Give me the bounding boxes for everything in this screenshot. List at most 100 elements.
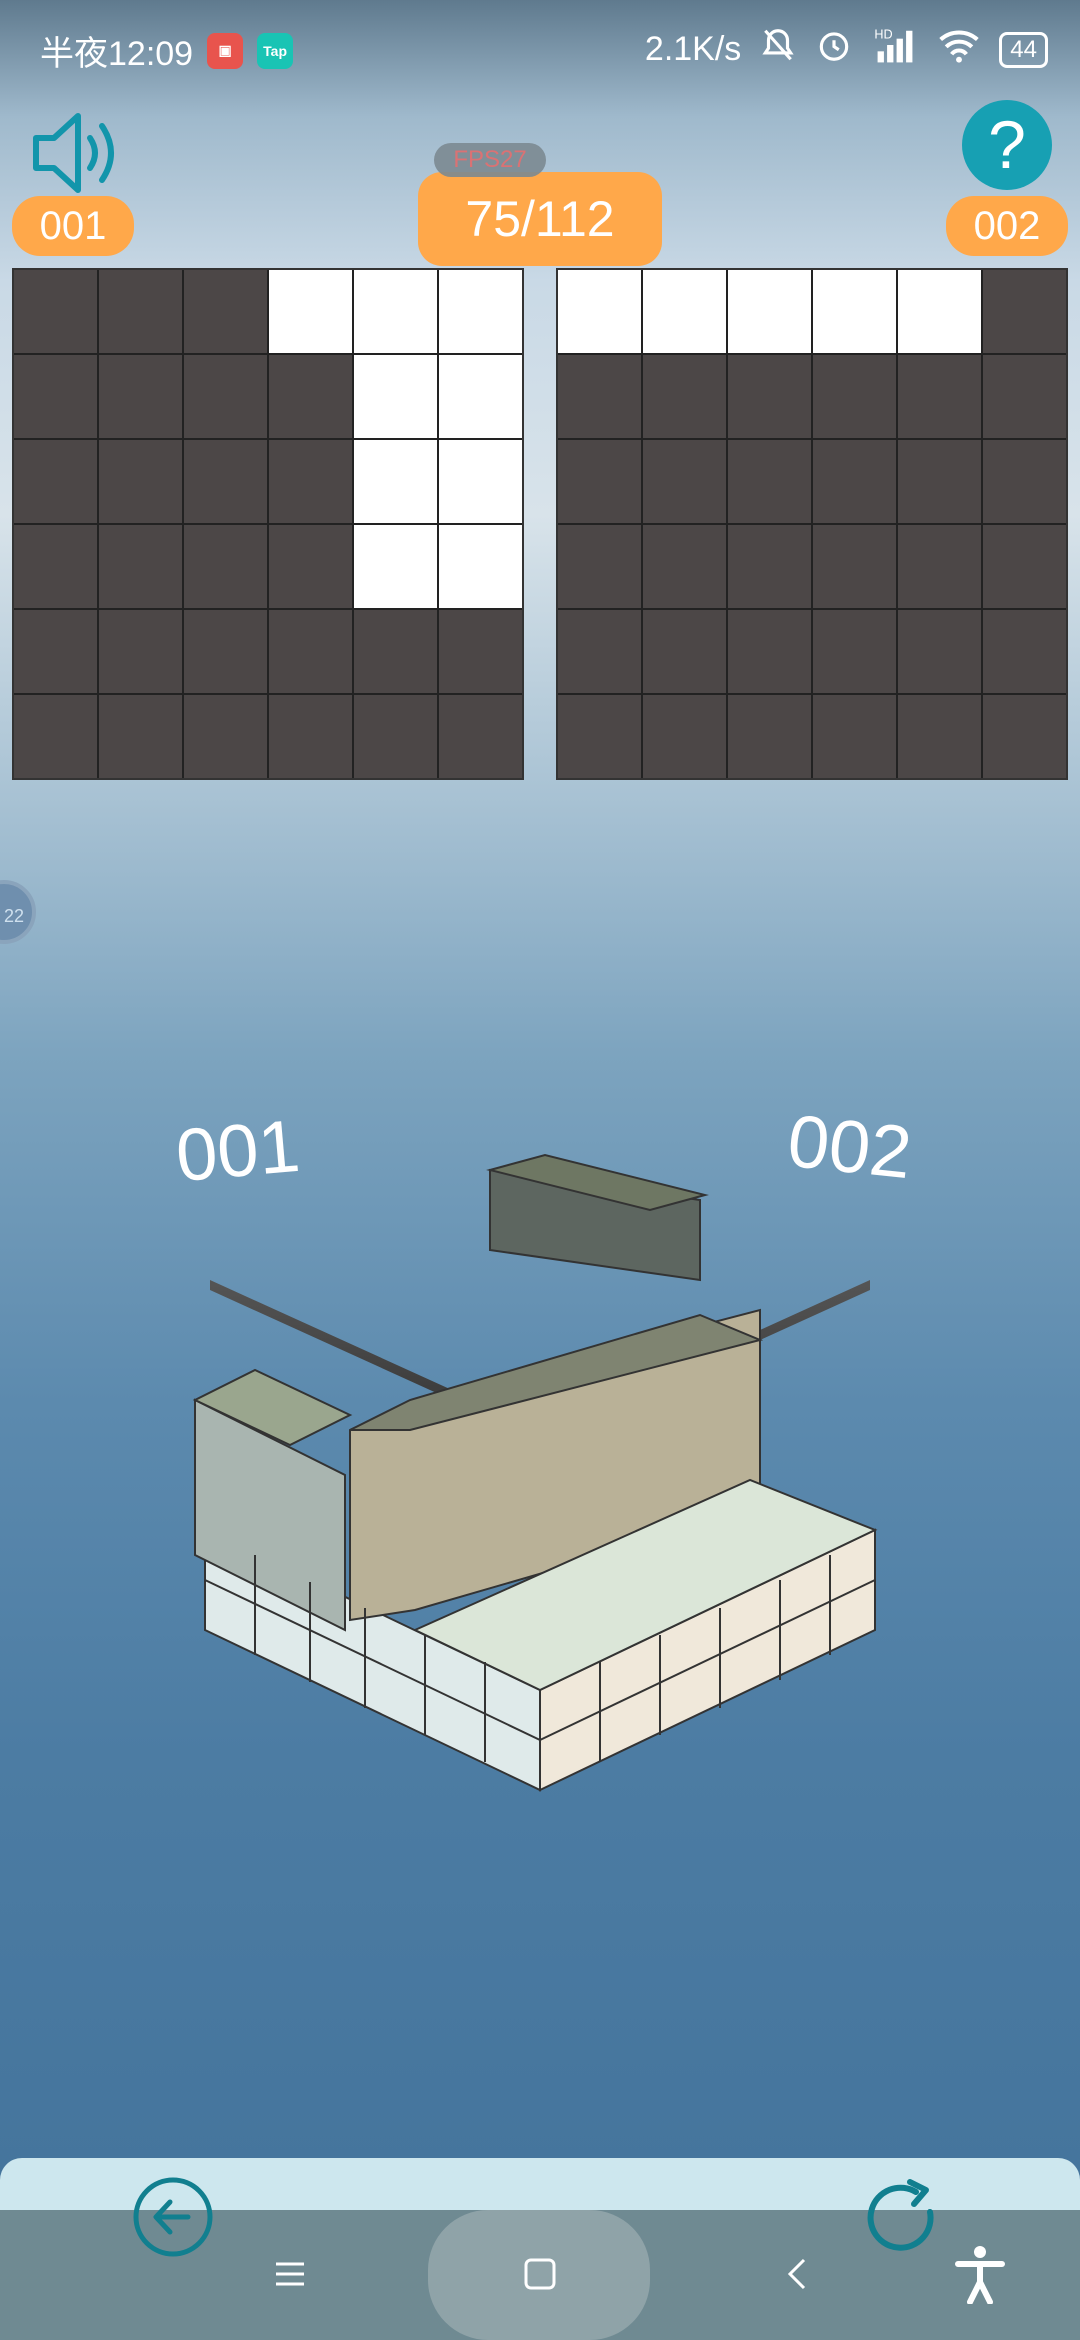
right-grid-cell[interactable] bbox=[728, 440, 811, 523]
home-button[interactable] bbox=[522, 2256, 558, 2297]
fps-counter: FPS27 bbox=[434, 143, 546, 177]
right-grid-cell[interactable] bbox=[813, 525, 896, 608]
left-grid-cell[interactable] bbox=[354, 610, 437, 693]
right-grid-cell[interactable] bbox=[898, 270, 981, 353]
left-grid-cell[interactable] bbox=[99, 270, 182, 353]
left-grid-cell[interactable] bbox=[14, 270, 97, 353]
right-grid-cell[interactable] bbox=[558, 355, 641, 438]
right-grid-cell[interactable] bbox=[558, 525, 641, 608]
right-grid-cell[interactable] bbox=[983, 610, 1066, 693]
left-grid-cell[interactable] bbox=[439, 610, 522, 693]
right-grid-cell[interactable] bbox=[898, 355, 981, 438]
alarm-icon bbox=[815, 26, 853, 73]
right-grid-cell[interactable] bbox=[643, 695, 726, 778]
right-grid-cell[interactable] bbox=[643, 610, 726, 693]
status-time: 半夜12:09 bbox=[40, 35, 194, 73]
sound-button[interactable] bbox=[28, 108, 128, 198]
right-grid-cell[interactable] bbox=[813, 355, 896, 438]
right-grid-cell[interactable] bbox=[898, 440, 981, 523]
right-grid-cell[interactable] bbox=[813, 695, 896, 778]
left-grid-cell[interactable] bbox=[439, 270, 522, 353]
side-knob-label: 22 bbox=[3, 906, 24, 926]
left-grid-cell[interactable] bbox=[184, 440, 267, 523]
left-grid-cell[interactable] bbox=[99, 610, 182, 693]
right-grid-cell[interactable] bbox=[728, 270, 811, 353]
left-grid-cell[interactable] bbox=[439, 355, 522, 438]
game-app-icon: ▣ bbox=[207, 32, 244, 69]
left-grid-cell[interactable] bbox=[99, 355, 182, 438]
left-grid-cell[interactable] bbox=[269, 610, 352, 693]
arrow-left-circle-icon bbox=[133, 2177, 213, 2257]
status-left: 半夜12:09 ▣ Tap bbox=[40, 26, 294, 75]
left-grid-cell[interactable] bbox=[269, 695, 352, 778]
left-grid-cell[interactable] bbox=[99, 440, 182, 523]
left-grid-cell[interactable] bbox=[14, 355, 97, 438]
accessibility-icon bbox=[955, 2246, 1005, 2305]
right-grid-cell[interactable] bbox=[898, 695, 981, 778]
left-grid-cell[interactable] bbox=[354, 440, 437, 523]
left-grid-cell[interactable] bbox=[184, 270, 267, 353]
help-button[interactable]: ? bbox=[962, 100, 1052, 190]
question-icon: ? bbox=[988, 107, 1026, 183]
left-grid-cell[interactable] bbox=[14, 525, 97, 608]
right-grid-cell[interactable] bbox=[728, 355, 811, 438]
left-grid-cell[interactable] bbox=[14, 695, 97, 778]
accessibility-button[interactable] bbox=[954, 2244, 1006, 2309]
right-grid-cell[interactable] bbox=[728, 695, 811, 778]
left-grid-cell[interactable] bbox=[269, 355, 352, 438]
right-grid-cell[interactable] bbox=[728, 610, 811, 693]
right-grid-cell[interactable] bbox=[983, 355, 1066, 438]
right-grid-cell[interactable] bbox=[643, 355, 726, 438]
left-grid-cell[interactable] bbox=[354, 355, 437, 438]
home-square-icon bbox=[524, 2258, 556, 2290]
right-grid-cell[interactable] bbox=[558, 270, 641, 353]
right-grid-cell[interactable] bbox=[728, 525, 811, 608]
left-grid-cell[interactable] bbox=[99, 525, 182, 608]
right-grid-cell[interactable] bbox=[558, 440, 641, 523]
right-grid-cell[interactable] bbox=[643, 270, 726, 353]
menu-button[interactable] bbox=[272, 2256, 308, 2297]
right-grid-cell[interactable] bbox=[813, 440, 896, 523]
side-rotation-knob[interactable]: 22 bbox=[0, 880, 36, 944]
cube-structure[interactable] bbox=[0, 1100, 1080, 1960]
back-button[interactable] bbox=[132, 2176, 214, 2258]
left-grid-cell[interactable] bbox=[269, 270, 352, 353]
left-grid-cell[interactable] bbox=[439, 440, 522, 523]
refresh-icon bbox=[867, 2179, 934, 2251]
right-grid-cell[interactable] bbox=[983, 525, 1066, 608]
right-grid-cell[interactable] bbox=[558, 610, 641, 693]
left-grid-cell[interactable] bbox=[14, 440, 97, 523]
right-grid-cell[interactable] bbox=[643, 440, 726, 523]
left-grid-cell[interactable] bbox=[354, 525, 437, 608]
right-view-label: 002 bbox=[946, 196, 1068, 256]
left-grid-cell[interactable] bbox=[439, 695, 522, 778]
speaker-icon bbox=[33, 113, 114, 193]
right-grid-cell[interactable] bbox=[558, 695, 641, 778]
left-grid-cell[interactable] bbox=[184, 610, 267, 693]
left-grid-cell[interactable] bbox=[99, 695, 182, 778]
left-grid-cell[interactable] bbox=[184, 695, 267, 778]
battery-indicator: 44 bbox=[999, 31, 1048, 68]
right-grid-cell[interactable] bbox=[898, 610, 981, 693]
right-grid-cell[interactable] bbox=[643, 525, 726, 608]
menu-icon bbox=[276, 2262, 304, 2286]
left-grid-cell[interactable] bbox=[184, 525, 267, 608]
left-projection-grid bbox=[12, 268, 524, 780]
left-grid-cell[interactable] bbox=[14, 610, 97, 693]
reset-button[interactable] bbox=[860, 2176, 946, 2262]
left-grid-cell[interactable] bbox=[269, 440, 352, 523]
mute-bell-icon bbox=[759, 26, 797, 73]
right-grid-cell[interactable] bbox=[813, 270, 896, 353]
right-grid-cell[interactable] bbox=[983, 695, 1066, 778]
left-grid-cell[interactable] bbox=[269, 525, 352, 608]
left-grid-cell[interactable] bbox=[439, 525, 522, 608]
wifi-icon bbox=[937, 26, 981, 73]
right-grid-cell[interactable] bbox=[983, 440, 1066, 523]
left-grid-cell[interactable] bbox=[184, 355, 267, 438]
left-grid-cell[interactable] bbox=[354, 695, 437, 778]
right-grid-cell[interactable] bbox=[813, 610, 896, 693]
nav-back-button[interactable] bbox=[780, 2256, 816, 2297]
right-grid-cell[interactable] bbox=[983, 270, 1066, 353]
right-grid-cell[interactable] bbox=[898, 525, 981, 608]
left-grid-cell[interactable] bbox=[354, 270, 437, 353]
